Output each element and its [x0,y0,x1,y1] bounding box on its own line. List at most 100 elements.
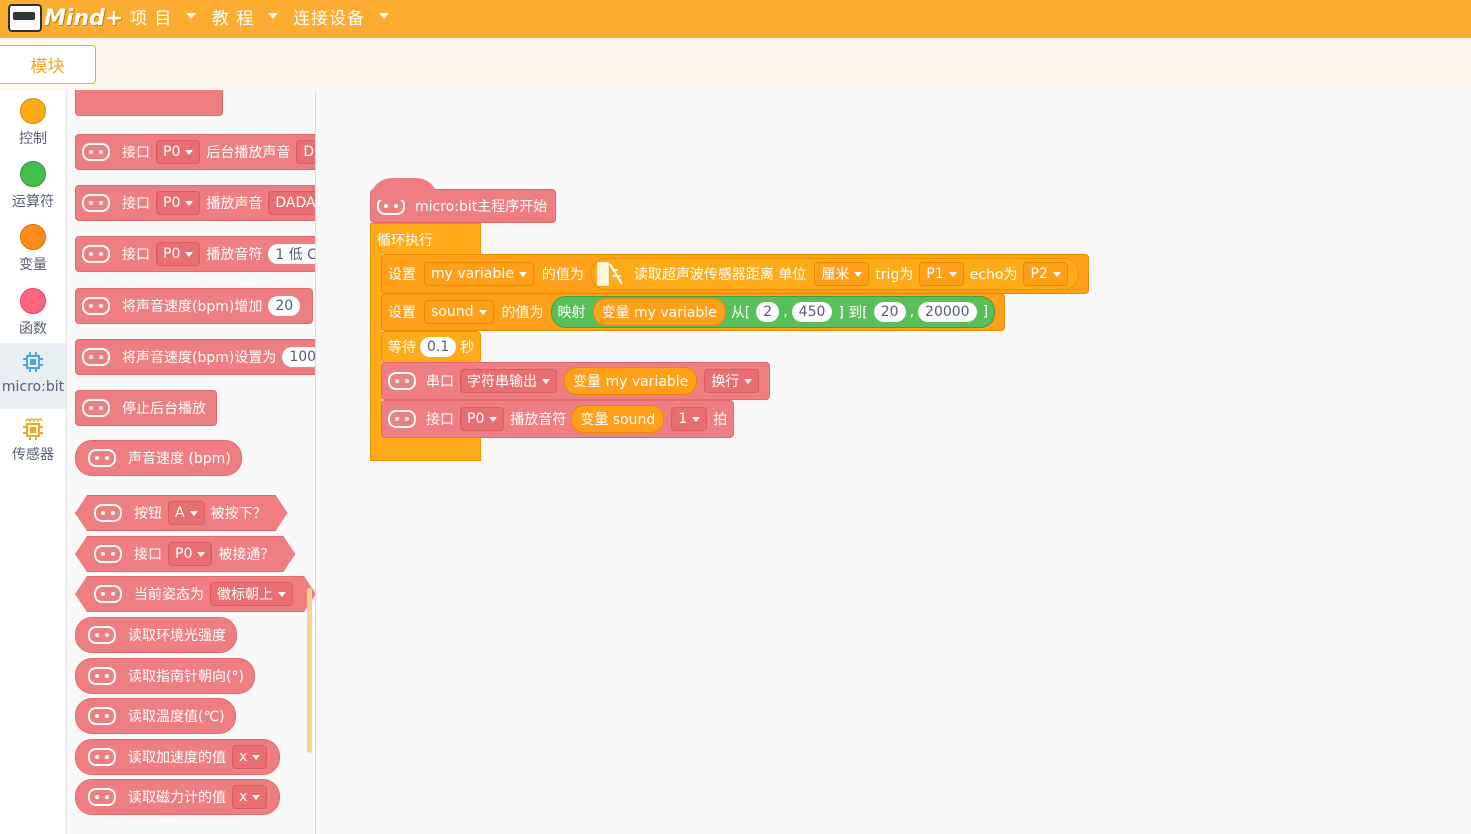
palette-block-play-sound[interactable]: 接口 P0 播放声音 DADA [75,185,315,221]
block-text: 后台播放声音 [206,145,291,161]
category-control[interactable]: 控制 [0,98,66,154]
to-high-input[interactable]: 20000 [918,302,977,322]
app-logo: Mind+ [8,2,123,34]
tab-blocks[interactable]: 模块 [0,45,96,84]
operators-category-icon [20,161,46,187]
category-functions[interactable]: 函数 [0,288,66,344]
pin-dropdown[interactable]: P0 [168,542,212,566]
play-note-block[interactable]: 接口 P0 播放音符 变量 sound 1 拍 [381,400,735,438]
unit-dropdown[interactable]: 厘米 [814,262,870,286]
beats-dropdown[interactable]: 1 [671,407,708,431]
block-text: , [909,304,915,320]
category-microbit[interactable]: micro:bit [0,343,66,409]
microbit-icon [94,504,122,522]
newline-dropdown[interactable]: 换行 [704,369,760,393]
trig-pin-dropdown[interactable]: P1 [919,262,964,286]
palette-block-acceleration[interactable]: 读取加速度的值 x [75,739,281,775]
microbit-icon [88,449,116,467]
category-label: 运算符 [12,194,54,210]
variable-reporter[interactable]: 变量 my variable [564,367,698,395]
echo-pin-dropdown[interactable]: P2 [1023,262,1068,286]
variable-dropdown[interactable]: sound [424,300,494,324]
pin-dropdown[interactable]: P0 [460,407,505,431]
block-text: 读取温度值(℃) [128,709,225,725]
palette-block-partial[interactable] [75,90,223,116]
block-text: 当前姿态为 [134,587,204,603]
from-high-input[interactable]: 450 [791,302,833,322]
microbit-icon [82,245,110,263]
palette-block-temperature[interactable]: 读取温度值(℃) [75,698,236,734]
chevron-down-icon [379,13,389,19]
block-text: 的值为 [541,267,584,283]
block-text: , [783,304,788,320]
block-text: 读取加速度的值 [128,750,226,766]
category-bar: 控制 运算符 变量 函数 micro:bit 传感器 [0,90,67,834]
button-dropdown[interactable]: A [168,501,205,525]
palette-block-stop-bg[interactable]: 停止后台播放 [75,390,217,426]
axis-dropdown[interactable]: x [232,745,268,769]
palette-block-button-pressed[interactable]: 按钮 A 被按下？ [75,495,288,531]
block-text: 从[ [730,305,751,321]
pin-dropdown[interactable]: P0 [156,191,201,215]
palette-block-play-note[interactable]: 接口 P0 播放音符 1 低 C [75,236,315,272]
to-low-input[interactable]: 20 [873,302,906,322]
palette-block-light-level[interactable]: 读取环境光强度 [75,617,237,653]
block-text: ] 到[ [838,305,868,321]
block-text: echo为 [969,267,1018,283]
category-variables[interactable]: 变量 [0,224,66,280]
variable-dropdown[interactable]: my variable [424,262,534,286]
menu-project[interactable]: 项 目 [130,4,197,29]
menu-connect-device[interactable]: 连接设备 [293,4,389,29]
palette-block-magnetometer[interactable]: 读取磁力计的值 x [75,779,281,815]
category-label: 传感器 [12,447,54,463]
script-workspace[interactable]: micro:bit主程序开始 循环执行 设置 my variable 的值为 读… [316,90,1471,834]
tempo-input[interactable]: 20 [268,296,301,316]
palette-block-bg-play-sound[interactable]: 接口 P0 后台播放声音 D [75,134,315,170]
set-sound-block[interactable]: 设置 sound 的值为 映射 变量 my variable 从[ 2 , 45… [381,293,1006,331]
logo-icon [8,4,42,32]
palette-block-gesture[interactable]: 当前姿态为 徽标朝上 [75,576,316,612]
variable-reporter[interactable]: 变量 sound [571,405,665,433]
serial-mode-dropdown[interactable]: 字符串输出 [460,369,557,393]
palette-block-tempo-reporter[interactable]: 声音速度 (bpm) [75,440,242,476]
category-sensors[interactable]: 传感器 [0,416,66,472]
block-text: 等待 [388,340,416,356]
axis-dropdown[interactable]: x [232,785,268,809]
palette-block-compass[interactable]: 读取指南针朝向(°) [75,658,255,694]
palette-scrollbar[interactable] [307,588,312,753]
variable-reporter[interactable]: 变量 my variable [592,298,726,326]
map-reporter[interactable]: 映射 变量 my variable 从[ 2 , 450 ] 到[ 20 , 2… [550,296,996,328]
set-variable-block[interactable]: 设置 my variable 的值为 读取超声波传感器距离 单位 厘米 trig… [381,254,1089,294]
category-label: 变量 [19,257,47,273]
control-category-icon [20,98,46,124]
palette-block-tempo-set[interactable]: 将声音速度(bpm)设置为 100 [75,339,315,375]
menu-tutorial[interactable]: 教 程 [212,4,279,29]
sound-dropdown[interactable]: DADA [268,191,315,215]
palette-block-tempo-change[interactable]: 将声音速度(bpm)增加 20 [75,288,314,324]
gesture-dropdown[interactable]: 徽标朝上 [210,582,293,606]
block-text: 接口 [122,145,150,161]
microbit-chip-icon [22,351,44,373]
pin-dropdown[interactable]: P0 [156,242,201,266]
block-text: 读取环境光强度 [128,628,226,644]
block-text: 读取超声波传感器距离 单位 [633,267,807,283]
serial-output-block[interactable]: 串口 字符串输出 变量 my variable 换行 [381,362,771,400]
microbit-icon [88,707,116,725]
tempo-input[interactable]: 100 [282,347,315,367]
from-low-input[interactable]: 2 [756,302,780,322]
palette-block-pin-touched[interactable]: 接口 P0 被接通？ [75,536,295,572]
category-operators[interactable]: 运算符 [0,161,66,217]
category-label: 控制 [19,131,47,147]
block-text: 被按下？ [210,506,267,522]
microbit-icon [88,748,116,766]
ultrasonic-reporter[interactable]: 读取超声波传感器距离 单位 厘米 trig为 P1 echo为 P2 [590,258,1079,290]
block-text: 读取指南针朝向(°) [128,669,244,685]
wait-seconds-input[interactable]: 0.1 [420,337,457,357]
block-text: 按钮 [134,506,162,522]
pin-dropdown[interactable]: P0 [156,140,201,164]
wait-block[interactable]: 等待 0.1 秒 [381,331,482,363]
block-text: 声音速度 (bpm) [128,451,231,467]
note-input[interactable]: 1 低 C [268,244,315,264]
block-text: 播放音符 [510,412,567,428]
sound-dropdown[interactable]: D [296,140,315,164]
